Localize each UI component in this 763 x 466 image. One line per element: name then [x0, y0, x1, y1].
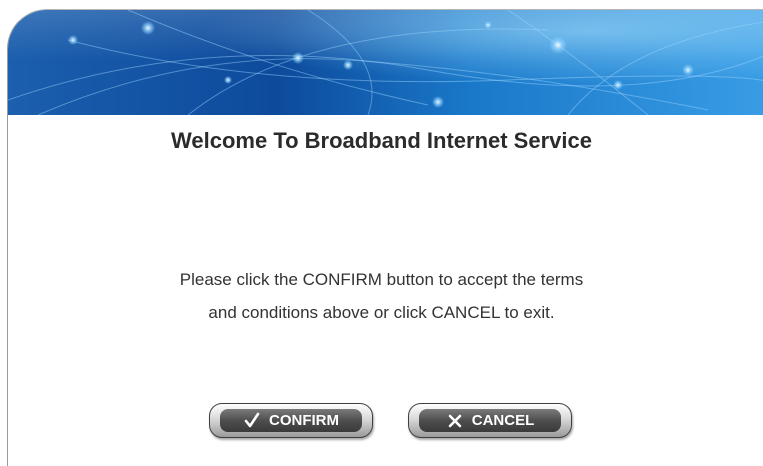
- message-line: Please click the CONFIRM button to accep…: [179, 270, 584, 289]
- portal-page: Welcome To Broadband Internet Service Pl…: [0, 0, 763, 466]
- page-title: Welcome To Broadband Internet Service: [171, 128, 592, 153]
- message-line: and conditions above or click CANCEL to …: [208, 303, 555, 322]
- confirm-button[interactable]: CONFIRM: [209, 403, 373, 438]
- cancel-button-label: CANCEL: [471, 412, 535, 429]
- checkmark-icon: [243, 412, 261, 430]
- terms-message: Please click the CONFIRM button to accep…: [0, 263, 763, 329]
- cancel-button-face: CANCEL: [419, 409, 561, 432]
- header-banner: [8, 10, 763, 115]
- confirm-button-face: CONFIRM: [220, 409, 362, 432]
- confirm-button-label: CONFIRM: [269, 412, 339, 429]
- x-icon: [446, 412, 464, 430]
- content-frame: [7, 9, 763, 466]
- cancel-button[interactable]: CANCEL: [408, 403, 572, 438]
